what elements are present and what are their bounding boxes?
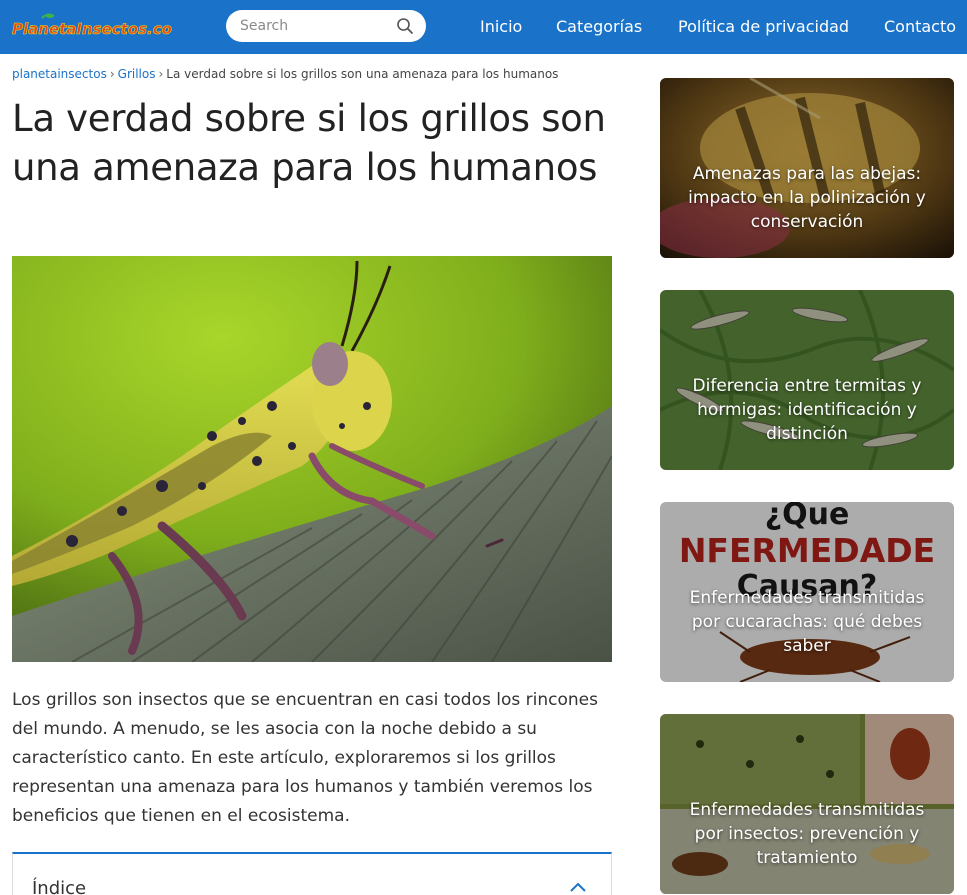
- nav-categorias[interactable]: Categorías: [556, 17, 642, 36]
- site-header: PlanetaInsectos.com Inicio Categorías Po…: [0, 0, 967, 54]
- sidebar-card-insect-diseases[interactable]: Enfermedades transmitidas por insectos: …: [660, 714, 954, 894]
- nav-politica-privacidad[interactable]: Política de privacidad: [678, 17, 849, 36]
- article-intro: Los grillos son insectos que se encuentr…: [12, 690, 598, 826]
- card-title: Enfermedades transmitidas por cucarachas…: [689, 588, 925, 656]
- breadcrumb-category[interactable]: Grillos: [118, 67, 156, 81]
- breadcrumb: planetainsectos › Grillos › La verdad sobre …: [12, 67, 558, 81]
- logo-text: PlanetaInsectos.com: [12, 20, 172, 38]
- search-input[interactable]: [240, 16, 390, 36]
- breadcrumb-current: La verdad sobre si los grillos son una a…: [166, 67, 559, 81]
- card-title: Enfermedades transmitidas por insectos: …: [689, 800, 925, 868]
- card-title: Diferencia entre termitas y hormigas: id…: [692, 376, 922, 444]
- nav-contacto[interactable]: Contacto: [884, 17, 956, 36]
- card-title: Amenazas para las abejas: impacto en la …: [688, 164, 926, 232]
- search-icon[interactable]: [396, 17, 414, 35]
- breadcrumb-home[interactable]: planetainsectos: [12, 67, 107, 81]
- breadcrumb-separator: ›: [109, 67, 115, 81]
- grasshopper-photo: [12, 256, 612, 662]
- site-logo[interactable]: PlanetaInsectos.com: [12, 12, 172, 42]
- sidebar-card-cockroaches[interactable]: ¿Que NFERMEDADE Causan? Enfermedades tra…: [660, 502, 954, 682]
- hero-image: [12, 256, 612, 662]
- sidebar-card-termites[interactable]: Diferencia entre termitas y hormigas: id…: [660, 290, 954, 470]
- page-title: La verdad sobre si los grillos son una a…: [12, 97, 606, 189]
- sidebar-card-bees[interactable]: Amenazas para las abejas: impacto en la …: [660, 78, 954, 258]
- table-of-contents[interactable]: Índice: [12, 852, 612, 895]
- search-box[interactable]: [226, 10, 426, 42]
- chevron-up-icon[interactable]: [569, 881, 587, 893]
- breadcrumb-separator: ›: [158, 67, 164, 81]
- nav-inicio[interactable]: Inicio: [480, 17, 522, 36]
- toc-title: Índice: [32, 878, 87, 895]
